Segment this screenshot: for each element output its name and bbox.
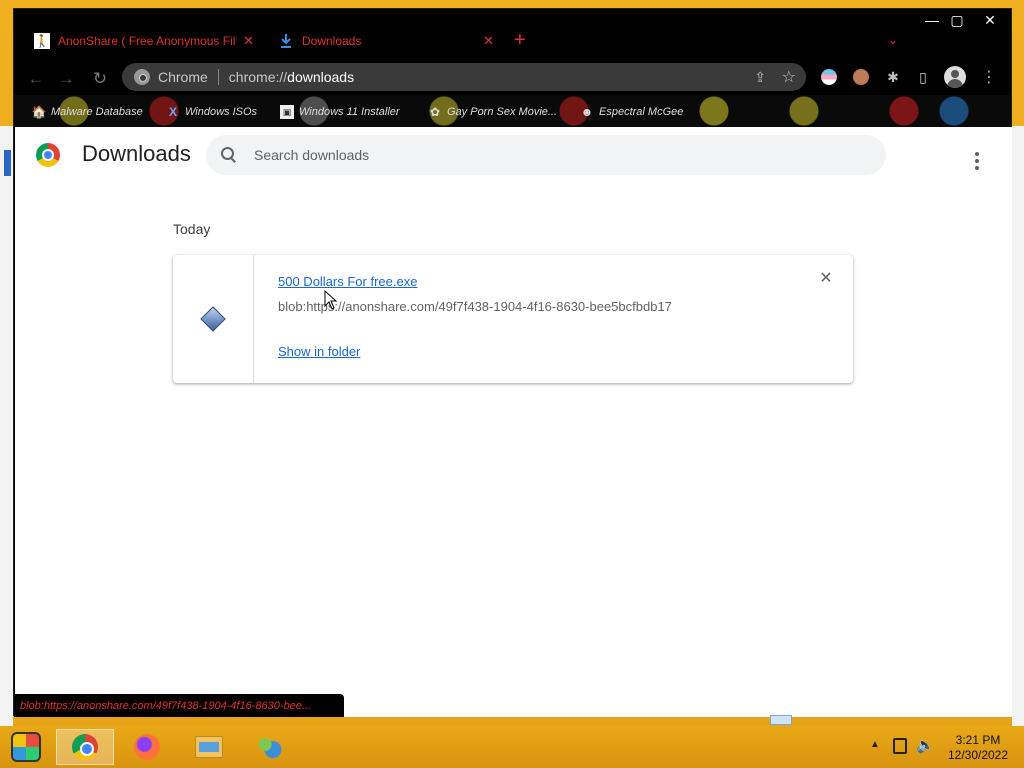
chrome-logo-icon [36, 143, 60, 167]
back-button[interactable]: ← [24, 67, 48, 91]
status-bubble: blob:https://anonshare.com/49f7f438-1904… [14, 694, 344, 717]
extension-flag-icon[interactable] [818, 66, 840, 88]
origin-chip: Chrome [158, 69, 208, 85]
firefox-icon [134, 734, 160, 760]
browser-menu-icon[interactable]: ⋮ [978, 66, 1000, 88]
volume-icon[interactable]: 🔈 [916, 736, 935, 754]
bookmark-star-icon[interactable]: ☆ [782, 67, 796, 87]
taskbar-file-explorer[interactable] [180, 729, 238, 765]
search-input[interactable] [254, 147, 814, 163]
chrome-icon [72, 734, 98, 760]
tab-title: Downloads [302, 34, 362, 48]
bookmark-label: Malware Database [51, 106, 143, 118]
forward-button[interactable]: → [54, 67, 78, 91]
tab-search-icon[interactable]: ⌄ [888, 33, 898, 47]
taskbar-chrome[interactable] [56, 729, 114, 765]
search-box[interactable] [206, 135, 886, 175]
url-host: downloads [287, 69, 355, 85]
bookmark-espectral-mcgee[interactable]: ☻ Espectral McGee [580, 103, 684, 121]
system-clock[interactable]: 3:21 PM 12/30/2022 [940, 733, 1016, 763]
file-icon-column [173, 255, 254, 383]
bookmark-label: Windows 11 Installer [299, 106, 400, 118]
show-in-folder-link[interactable]: Show in folder [278, 344, 360, 359]
bookmark-malware-database[interactable]: 🏠 Malware Database [32, 103, 143, 121]
mouse-cursor-icon [324, 290, 338, 310]
tab-downloads[interactable]: Downloads ✕ [270, 27, 500, 55]
tab-close-icon[interactable]: ✕ [483, 33, 494, 49]
date-heading: Today [173, 221, 211, 237]
house-icon: 🏠 [31, 105, 47, 119]
network-icon[interactable] [893, 738, 907, 754]
desktop-left-accent [4, 150, 11, 176]
start-orb-icon [11, 732, 41, 762]
tab-title: AnonShare ( Free Anonymous Fil [58, 34, 236, 48]
extension-avatar-icon[interactable] [850, 66, 872, 88]
bookmark-windows-11-installer[interactable]: ▣ Windows 11 Installer [280, 103, 400, 121]
taskbar-firefox[interactable] [118, 729, 176, 765]
bookmarks-bar: 🏠 Malware Database X Windows ISOs ▣ Wind… [14, 95, 1011, 127]
bookmark-label: Espectral McGee [599, 106, 684, 118]
side-panel-icon[interactable]: ▯ [912, 66, 934, 88]
show-desktop-button[interactable] [770, 715, 792, 725]
chrome-page-icon [134, 69, 150, 85]
browser-window: 🚶 AnonShare ( Free Anonymous Fil ✕ Downl… [13, 8, 1012, 717]
figure-icon: 🚶 [34, 33, 50, 49]
folder-icon [195, 736, 223, 758]
page-icon: ▣ [280, 105, 294, 119]
reload-button[interactable]: ↻ [88, 67, 112, 91]
flower-icon: ✿ [429, 105, 441, 119]
clock-date: 12/30/2022 [947, 748, 1009, 762]
tab-anonshare[interactable]: 🚶 AnonShare ( Free Anonymous Fil ✕ [28, 27, 260, 55]
url-scheme: chrome:// [228, 69, 288, 85]
page-title: Downloads [82, 141, 191, 166]
remove-download-icon[interactable]: ✕ [818, 271, 834, 287]
tab-close-icon[interactable]: ✕ [243, 33, 254, 49]
clock-time: 3:21 PM [955, 733, 1001, 747]
download-item: 500 Dollars For free.exe blob:https://an… [173, 255, 853, 383]
start-button[interactable] [8, 730, 44, 764]
bookmark-label: Windows ISOs [185, 106, 258, 118]
address-bar[interactable]: Chrome chrome://downloads ⇪ ☆ [122, 63, 806, 91]
desktop-right-strip [1012, 126, 1024, 726]
download-icon [278, 33, 294, 49]
more-actions-icon[interactable] [967, 151, 987, 171]
share-icon[interactable]: ⇪ [754, 69, 766, 86]
file-name-link[interactable]: 500 Dollars For free.exe [278, 274, 417, 289]
new-tab-button[interactable]: + [514, 29, 526, 52]
taskbar-network[interactable] [240, 729, 298, 765]
extensions-puzzle-icon[interactable]: ✱ [882, 66, 904, 88]
profile-avatar-icon[interactable] [944, 66, 966, 88]
executable-file-icon [199, 305, 227, 333]
browser-toolbar: ← → ↻ Chrome chrome://downloads ⇪ ☆ ✱ ▯ … [14, 63, 1011, 95]
close-window-button[interactable]: ✕ [972, 11, 1008, 29]
face-icon: ☻ [580, 105, 594, 119]
x-logo-icon: X [168, 105, 177, 119]
bookmark-movie[interactable]: ✿ Gay Porn Sex Movie... [428, 103, 557, 121]
network-people-icon [256, 734, 282, 760]
bookmark-windows-isos[interactable]: X Windows ISOs [166, 103, 257, 121]
search-icon [220, 146, 238, 164]
downloads-page: Downloads Today 500 Dollars For free.exe… [15, 127, 1012, 717]
show-hidden-icons-icon[interactable]: ▲ [870, 739, 880, 750]
bookmark-label: Gay Porn Sex Movie... [447, 106, 558, 118]
title-bar: 🚶 AnonShare ( Free Anonymous Fil ✕ Downl… [14, 9, 1011, 65]
desktop-left-strip [0, 126, 13, 726]
taskbar: ▲ 🔈 3:21 PM 12/30/2022 [0, 726, 1024, 768]
divider [217, 69, 219, 85]
maximize-button[interactable]: ▢ [942, 11, 972, 29]
